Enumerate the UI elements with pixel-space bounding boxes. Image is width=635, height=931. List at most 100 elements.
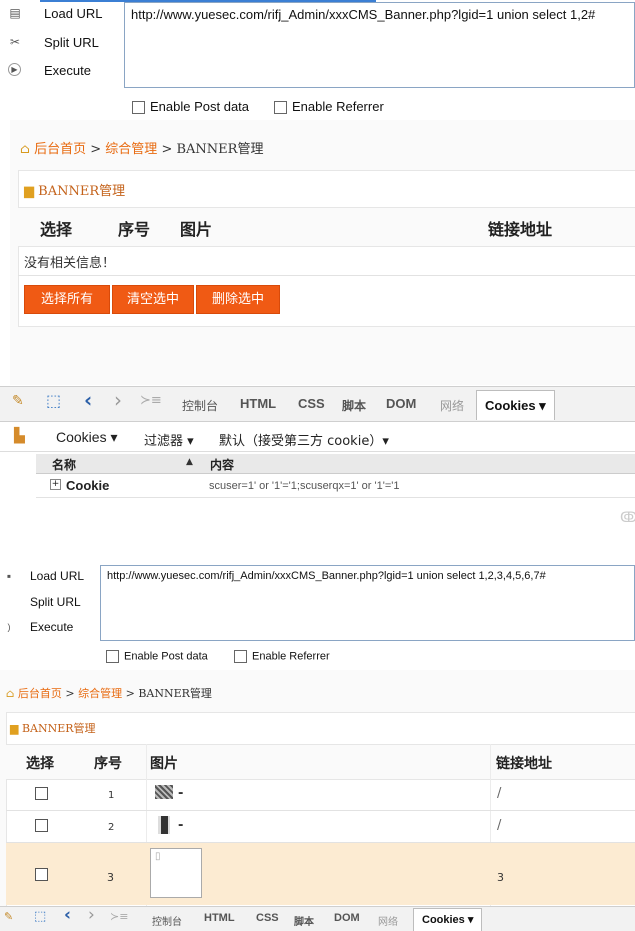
enable-post-option[interactable]: Enable Post data bbox=[106, 650, 208, 663]
sort-asc-icon: ▲ bbox=[186, 457, 193, 467]
tab-console[interactable]: 控制台 bbox=[152, 913, 182, 928]
enable-post-checkbox[interactable] bbox=[132, 101, 145, 115]
home-icon: ⌂ bbox=[6, 687, 15, 700]
enable-referrer-option[interactable]: Enable Referrer bbox=[234, 650, 330, 663]
enable-post-checkbox[interactable] bbox=[106, 650, 119, 663]
breadcrumb-list-icon: ≻≡ bbox=[140, 393, 162, 408]
tab-css[interactable]: CSS bbox=[256, 912, 279, 924]
default-policy-menu[interactable]: 默认（接受第三方 cookie）▾ bbox=[219, 430, 389, 449]
filter-menu[interactable]: 过滤器 ▾ bbox=[144, 430, 194, 449]
home-icon: ⌂ bbox=[20, 142, 30, 157]
tab-console[interactable]: 控制台 bbox=[182, 397, 218, 414]
tab-dom[interactable]: DOM bbox=[386, 396, 416, 411]
url-text: http://www.yuesec.com/rifj_Admin/xxxCMS_… bbox=[107, 570, 546, 582]
breadcrumb-separator: > bbox=[65, 687, 75, 700]
url-input[interactable]: http://www.yuesec.com/rifj_Admin/xxxCMS_… bbox=[124, 2, 635, 88]
back-icon[interactable]: ‹ bbox=[64, 905, 71, 925]
url-input[interactable]: http://www.yuesec.com/rifj_Admin/xxxCMS_… bbox=[100, 565, 635, 641]
select-all-button[interactable]: 选择所有 bbox=[24, 285, 110, 314]
row-checkbox[interactable] bbox=[35, 868, 48, 881]
back-icon[interactable]: ‹ bbox=[84, 388, 92, 412]
breadcrumb-home-link[interactable]: 后台首页 bbox=[34, 142, 86, 157]
tab-net[interactable]: 网络 bbox=[440, 397, 464, 414]
empty-message: 没有相关信息！ bbox=[24, 256, 116, 271]
highlighted-row[interactable] bbox=[6, 843, 635, 905]
split-url-button[interactable]: Split URL bbox=[30, 595, 81, 609]
execute-button[interactable]: ▶ Execute bbox=[8, 63, 91, 78]
breadcrumb-separator: > bbox=[90, 142, 102, 157]
cookie-jar-icon: ▙ bbox=[14, 428, 25, 444]
enable-referrer-checkbox[interactable] bbox=[234, 650, 247, 663]
split-url-label: Split URL bbox=[30, 595, 81, 609]
cookie-row-name[interactable]: Cookie bbox=[66, 478, 109, 493]
row-image-suffix: - bbox=[178, 818, 184, 833]
header-image: 图片 bbox=[150, 756, 178, 772]
enable-referrer-checkbox[interactable] bbox=[274, 101, 287, 115]
forward-icon[interactable]: › bbox=[114, 388, 122, 412]
split-url-button[interactable]: ✂ Split URL bbox=[10, 35, 99, 50]
banner-thumbnail[interactable] bbox=[158, 816, 170, 834]
row-image-suffix: - bbox=[178, 786, 184, 801]
breadcrumb-separator: > bbox=[161, 142, 173, 157]
row-number: 3 bbox=[107, 871, 114, 884]
cookie-row-value: scuser=1' or '1'='1;scuserqx=1' or '1'='… bbox=[209, 480, 400, 492]
folder-icon: ▆ bbox=[24, 184, 34, 199]
row-link: / bbox=[497, 818, 502, 833]
enable-referrer-option[interactable]: Enable Referrer bbox=[274, 99, 384, 115]
cookie-table-header bbox=[36, 454, 635, 474]
load-url-label: Load URL bbox=[30, 569, 85, 583]
clear-selection-button[interactable]: 清空选中 bbox=[112, 285, 194, 314]
firebug-icon[interactable]: ✎ bbox=[12, 393, 24, 409]
delete-selected-button[interactable]: 删除选中 bbox=[196, 285, 280, 314]
tab-cookies[interactable]: Cookies ▾ bbox=[413, 908, 483, 931]
firebug-icon[interactable]: ✎ bbox=[4, 910, 13, 923]
load-url-icon: ▤ bbox=[9, 6, 21, 20]
col-name-header[interactable]: 名称 bbox=[52, 456, 76, 473]
row-link: / bbox=[497, 786, 502, 801]
tab-script[interactable]: 脚本 bbox=[294, 913, 314, 928]
enable-post-option[interactable]: Enable Post data bbox=[132, 99, 250, 115]
breadcrumb: ⌂ 后台首页 > 综合管理 > BANNER管理 bbox=[6, 685, 212, 701]
tab-cookies[interactable]: Cookies ▾ bbox=[476, 390, 555, 420]
tab-dom[interactable]: DOM bbox=[334, 912, 360, 924]
devtools-toolbar bbox=[0, 906, 635, 931]
enable-post-label: Enable Post data bbox=[150, 99, 250, 114]
expand-icon[interactable]: + bbox=[50, 479, 61, 490]
forward-icon[interactable]: › bbox=[88, 905, 95, 925]
folder-icon: ▆ bbox=[10, 722, 19, 735]
tab-html[interactable]: HTML bbox=[204, 912, 235, 924]
section-title-text: BANNER管理 bbox=[21, 722, 96, 735]
banner-thumbnail[interactable] bbox=[155, 785, 173, 799]
load-url-button[interactable]: ▤ Load URL bbox=[9, 6, 102, 21]
execute-button[interactable]: ) Execute bbox=[8, 620, 74, 634]
breadcrumb-current: BANNER管理 bbox=[138, 687, 212, 700]
col-content-header[interactable]: 内容 bbox=[210, 456, 234, 473]
header-number: 序号 bbox=[94, 756, 122, 772]
inspect-icon[interactable]: ⬚ bbox=[34, 909, 46, 924]
header-select: 选择 bbox=[40, 220, 73, 239]
execute-label: Execute bbox=[44, 63, 91, 78]
breadcrumb-current: BANNER管理 bbox=[176, 142, 264, 157]
row-link: 3 bbox=[497, 871, 504, 884]
header-select: 选择 bbox=[26, 756, 54, 772]
row-checkbox[interactable] bbox=[35, 819, 48, 832]
inspect-icon[interactable]: ⬚ bbox=[46, 391, 61, 410]
breadcrumb: ⌂ 后台首页 > 综合管理 > BANNER管理 bbox=[20, 138, 263, 157]
section-title-text: BANNER管理 bbox=[38, 184, 126, 199]
header-image: 图片 bbox=[180, 220, 213, 239]
tab-net[interactable]: 网络 bbox=[378, 913, 398, 928]
breadcrumb-home-link[interactable]: 后台首页 bbox=[18, 687, 62, 700]
row-checkbox[interactable] bbox=[35, 787, 48, 800]
breadcrumb-mid-link[interactable]: 综合管理 bbox=[105, 142, 157, 157]
split-url-label: Split URL bbox=[44, 35, 99, 50]
section-title: ▆ BANNER管理 bbox=[24, 180, 125, 199]
tab-script[interactable]: 脚本 bbox=[342, 397, 366, 414]
tab-html[interactable]: HTML bbox=[240, 396, 276, 411]
play-icon: ) bbox=[7, 622, 11, 632]
watermark-icon: ↂ bbox=[620, 510, 635, 526]
tab-css[interactable]: CSS bbox=[298, 396, 325, 411]
breadcrumb-mid-link[interactable]: 综合管理 bbox=[78, 687, 122, 700]
enable-post-label: Enable Post data bbox=[124, 650, 208, 663]
cookies-menu[interactable]: Cookies ▾ bbox=[56, 429, 118, 446]
load-url-button[interactable]: ▪ Load URL bbox=[7, 569, 85, 583]
